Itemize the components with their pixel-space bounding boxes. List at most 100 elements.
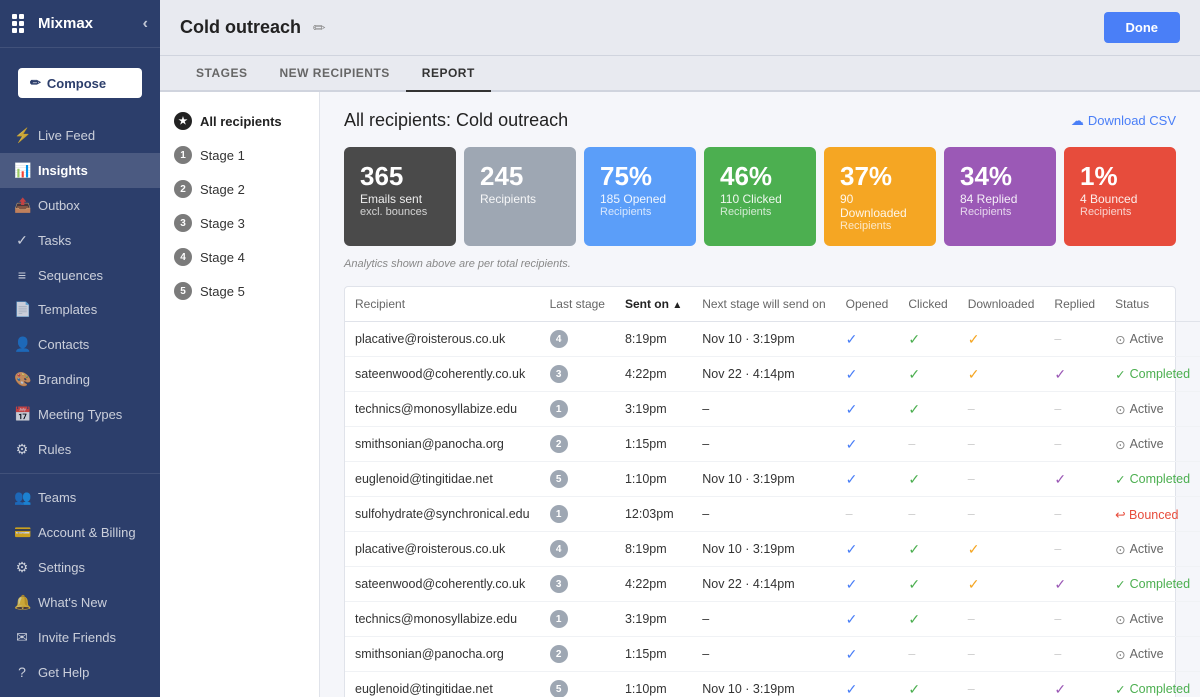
tab-stages[interactable]: STAGES [180, 56, 263, 92]
empty-dash: – [908, 507, 915, 521]
sidebar-item-teams[interactable]: 👥 Teams [0, 480, 160, 515]
opened-check-icon: ✓ [846, 541, 858, 557]
sidebar-item-account-billing[interactable]: 💳 Account & Billing [0, 515, 160, 550]
col-recipient: Recipient [345, 287, 540, 322]
sidebar-item-settings[interactable]: ⚙ Settings [0, 550, 160, 585]
recipient-email: sateenwood@coherently.co.uk [345, 567, 540, 602]
filter-all-recipients[interactable]: ★ All recipients [160, 104, 319, 138]
clicked-check-icon: ✓ [908, 366, 920, 382]
sidebar-item-label: Contacts [38, 337, 89, 352]
downloaded-cell: – [958, 427, 1045, 462]
table-row: sateenwood@coherently.co.uk 3 4:22pm Nov… [345, 567, 1200, 602]
status-badge: Active [1115, 542, 1190, 557]
status-badge: Active [1115, 647, 1190, 662]
report-header: All recipients: Cold outreach ☁ Download… [344, 110, 1176, 131]
table-row: placative@roisterous.co.uk 4 8:19pm Nov … [345, 532, 1200, 567]
sidebar-item-label: Outbox [38, 198, 80, 213]
status-badge: Active [1115, 612, 1190, 627]
stat-label: 84 Replied [960, 192, 1040, 206]
status-cell: ↩ Bounced [1105, 497, 1200, 532]
opened-cell: ✓ [836, 532, 899, 567]
sidebar-item-label: Templates [38, 302, 97, 317]
downloaded-cell: ✓ [958, 357, 1045, 392]
next-stage-cell: Nov 10 · 3:19pm [692, 532, 835, 567]
sidebar-item-outbox[interactable]: 📤 Outbox [0, 188, 160, 223]
download-csv-button[interactable]: ☁ Download CSV [1071, 113, 1176, 129]
sidebar-item-branding[interactable]: 🎨 Branding [0, 362, 160, 397]
edit-icon[interactable]: ✏ [313, 19, 326, 37]
sidebar-item-meeting-types[interactable]: 📅 Meeting Types [0, 397, 160, 432]
status-cell: Active [1105, 532, 1200, 567]
status-badge: Active [1115, 332, 1190, 347]
compose-button[interactable]: ✏ Compose [18, 68, 142, 98]
opened-check-icon: ✓ [846, 681, 858, 697]
clicked-cell: ✓ [898, 357, 957, 392]
sidebar-item-label: Account & Billing [38, 525, 136, 540]
sidebar-item-insights[interactable]: 📊 Insights [0, 153, 160, 188]
clicked-cell: ✓ [898, 672, 957, 697]
clicked-cell: – [898, 497, 957, 532]
empty-dash: – [908, 647, 915, 661]
filter-stage-2[interactable]: 2 Stage 2 [160, 172, 319, 206]
sidebar-item-label: Settings [38, 560, 85, 575]
stat-number: 34% [960, 161, 1040, 192]
col-sent-on[interactable]: Sent on ▲ [615, 287, 692, 322]
done-button[interactable]: Done [1104, 12, 1181, 43]
opened-check-icon: ✓ [846, 436, 858, 452]
bell-icon: 🔔 [14, 594, 30, 611]
stat-bounced: 1% 4 Bounced Recipients [1064, 147, 1176, 246]
sidebar-item-get-help[interactable]: ? Get Help [0, 655, 160, 689]
replied-cell: – [1044, 322, 1105, 357]
stat-sublabel: Recipients [960, 206, 1040, 218]
opened-cell: – [836, 497, 899, 532]
filter-stage-5[interactable]: 5 Stage 5 [160, 274, 319, 308]
stage-3-badge: 3 [174, 214, 192, 232]
status-cell: Active [1105, 637, 1200, 672]
recipients-table: Recipient Last stage Sent on ▲ Next stag… [345, 287, 1200, 697]
stage-number: 4 [550, 330, 568, 348]
next-stage-cell: – [692, 602, 835, 637]
stage-2-badge: 2 [174, 180, 192, 198]
tab-report[interactable]: REPORT [406, 56, 491, 92]
replied-cell: ✓ [1044, 567, 1105, 602]
stat-number: 37% [840, 161, 920, 192]
col-downloaded: Downloaded [958, 287, 1045, 322]
sidebar-item-templates[interactable]: 📄 Templates [0, 292, 160, 327]
stage-number: 1 [550, 505, 568, 523]
filter-label: All recipients [200, 114, 282, 129]
sidebar-item-rules[interactable]: ⚙ Rules [0, 432, 160, 467]
sent-on-cell: 4:22pm [615, 357, 692, 392]
help-icon: ? [14, 664, 30, 680]
stat-sublabel: excl. bounces [360, 206, 440, 218]
last-stage-cell: 2 [540, 637, 615, 672]
stats-row: 365 Emails sent excl. bounces 245 Recipi… [344, 147, 1176, 246]
chart-icon: 📊 [14, 162, 30, 179]
sent-on-cell: 1:15pm [615, 637, 692, 672]
sidebar-item-live-feed[interactable]: ⚡ Live Feed [0, 118, 160, 153]
opened-cell: ✓ [836, 602, 899, 637]
sidebar-item-tasks[interactable]: ✓ Tasks [0, 223, 160, 258]
sidebar-item-whats-new[interactable]: 🔔 What's New [0, 585, 160, 620]
compose-label: Compose [47, 76, 106, 91]
sidebar-collapse-icon[interactable]: ‹ [143, 15, 148, 33]
sidebar-item-invite-friends[interactable]: ✉ Invite Friends [0, 620, 160, 655]
clicked-cell: ✓ [898, 392, 957, 427]
outbox-icon: 📤 [14, 197, 30, 214]
sidebar-item-contacts[interactable]: 👤 Contacts [0, 327, 160, 362]
filter-stage-4[interactable]: 4 Stage 4 [160, 240, 319, 274]
tab-new-recipients[interactable]: NEW RECIPIENTS [263, 56, 405, 92]
stage-5-badge: 5 [174, 282, 192, 300]
filter-stage-1[interactable]: 1 Stage 1 [160, 138, 319, 172]
stage-1-badge: 1 [174, 146, 192, 164]
clicked-cell: ✓ [898, 532, 957, 567]
sidebar-item-sequences[interactable]: ≡ Sequences [0, 258, 160, 292]
last-stage-cell: 4 [540, 532, 615, 567]
status-cell: Active [1105, 602, 1200, 637]
stat-sublabel: Recipients [720, 206, 800, 218]
compose-icon: ✏ [30, 75, 41, 91]
sidebar-item-label: Branding [38, 372, 90, 387]
sidebar-item-label: Get Help [38, 665, 89, 680]
filter-stage-3[interactable]: 3 Stage 3 [160, 206, 319, 240]
opened-cell: ✓ [836, 357, 899, 392]
stat-label: 110 Clicked [720, 192, 800, 206]
